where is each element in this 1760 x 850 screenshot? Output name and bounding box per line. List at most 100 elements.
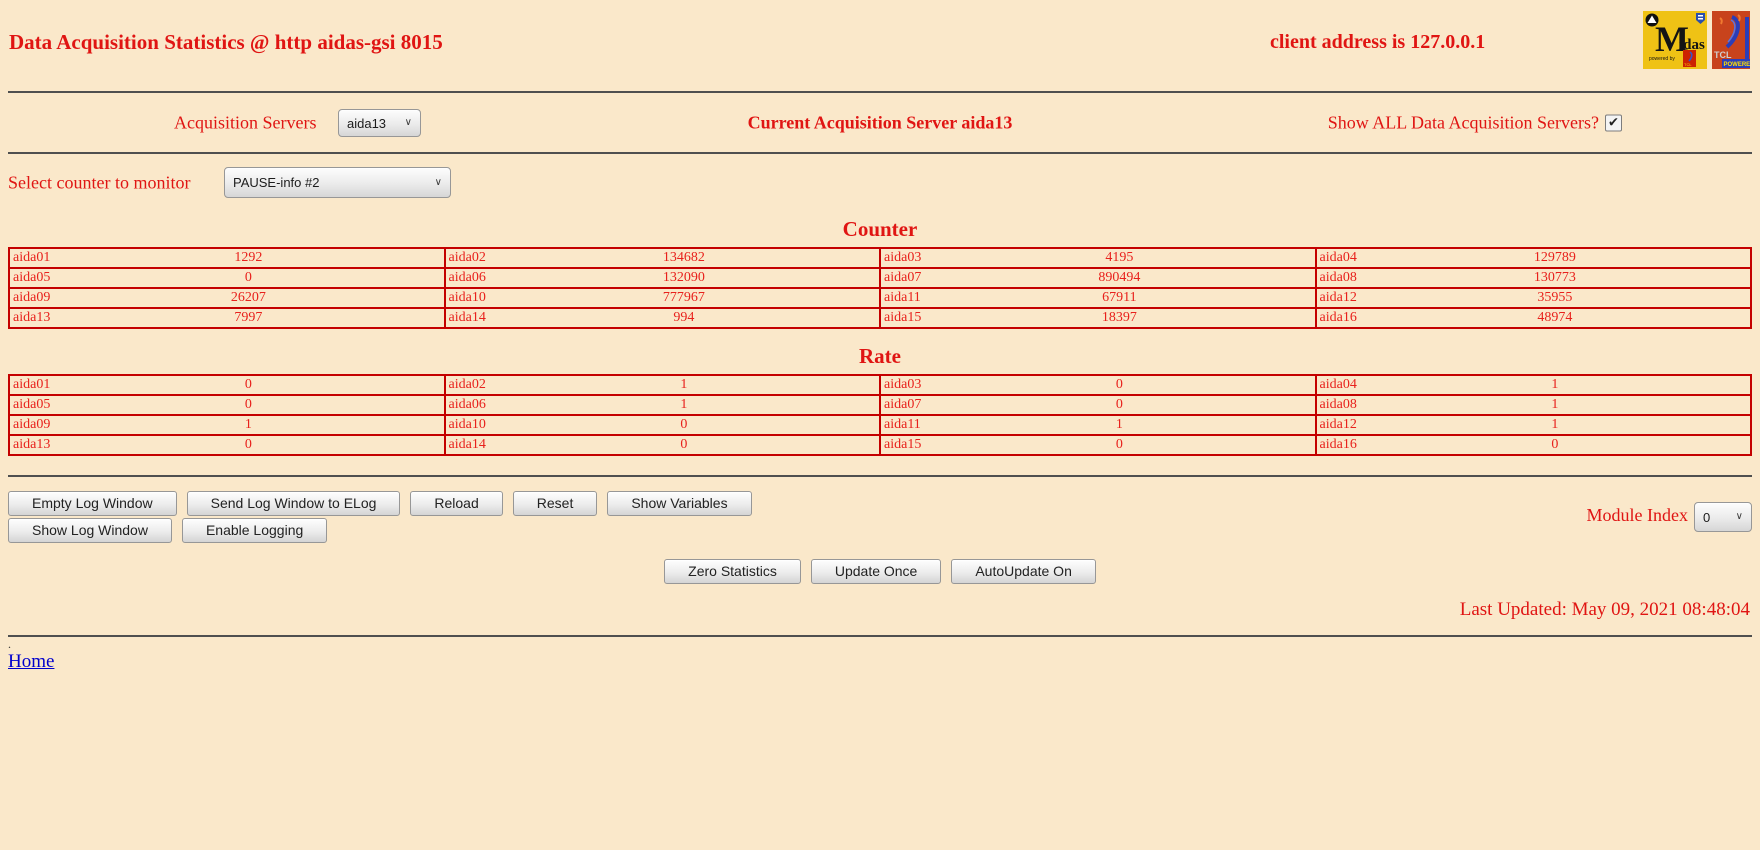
counter-cell: aida11 67911: [879, 287, 1317, 309]
table-row: aida01 0 aida02 1 aida03 0 aida04 1: [8, 374, 1752, 396]
channel-name: aida15: [884, 310, 922, 325]
channel-name: aida16: [1319, 310, 1357, 325]
channel-value: 0: [1115, 397, 1123, 412]
rate-cell: aida03 0: [879, 374, 1317, 396]
autoupdate-on-button[interactable]: AutoUpdate On: [951, 559, 1096, 584]
channel-value: 132090: [662, 270, 705, 285]
rate-cell: aida16 0: [1314, 434, 1752, 456]
counter-monitor-select-value: PAUSE-info #2: [233, 175, 320, 190]
logo-group: M idas powered by TCL TCL POWERED: [1643, 11, 1750, 69]
channel-name: aida06: [448, 270, 486, 285]
channel-name: aida14: [448, 437, 486, 452]
empty-log-window-button[interactable]: Empty Log Window: [8, 491, 177, 516]
channel-name: aida13: [13, 310, 51, 325]
tcl-powered-logo[interactable]: TCL POWERED: [1712, 11, 1750, 69]
header: Data Acquisition Statistics @ http aidas…: [8, 0, 1752, 91]
channel-value: 1: [680, 377, 688, 392]
counter-monitor-select[interactable]: PAUSE-info #2 ∨: [224, 167, 451, 198]
show-all-servers-label: Show ALL Data Acquisition Servers?: [1327, 112, 1599, 133]
show-log-window-button[interactable]: Show Log Window: [8, 518, 172, 543]
channel-name: aida04: [1319, 250, 1357, 265]
send-log-window-to-elog-button[interactable]: Send Log Window to ELog: [186, 491, 401, 516]
channel-value: 67911: [1102, 290, 1137, 305]
channel-name: aida03: [884, 377, 922, 392]
acquisition-servers-label: Acquisition Servers: [174, 112, 317, 133]
channel-name: aida10: [448, 417, 486, 432]
log-buttons-section: Empty Log Window Send Log Window to ELog…: [8, 477, 1752, 549]
channel-name: aida05: [13, 397, 51, 412]
enable-logging-button[interactable]: Enable Logging: [181, 518, 328, 543]
counter-table: aida01 1292 aida02 134682 aida03 4195 aida0…: [8, 247, 1752, 329]
channel-name: aida02: [448, 250, 486, 265]
channel-name: aida08: [1319, 270, 1357, 285]
channel-value: 0: [1115, 437, 1123, 452]
rate-cell: aida06 1: [443, 394, 881, 416]
channel-value: 4195: [1105, 250, 1134, 265]
module-index-select[interactable]: 0 ∨: [1694, 502, 1752, 532]
channel-name: aida07: [884, 397, 922, 412]
table-row: aida13 7997 aida14 994 aida15 18397 aida16 4…: [8, 307, 1752, 329]
channel-name: aida06: [448, 397, 486, 412]
counter-heading: Counter: [842, 217, 918, 241]
reset-button[interactable]: Reset: [512, 491, 598, 516]
chevron-down-icon: ∨: [1735, 511, 1743, 522]
channel-name: aida16: [1319, 437, 1357, 452]
rate-cell: aida09 1: [8, 414, 446, 436]
statistics-buttons-row: Zero Statistics Update Once AutoUpdate O…: [8, 559, 1752, 584]
channel-name: aida13: [13, 437, 51, 452]
rate-cell: aida11 1: [879, 414, 1317, 436]
channel-value: 1: [1551, 377, 1559, 392]
counter-cell: aida13 7997: [8, 307, 446, 329]
channel-name: aida09: [13, 290, 51, 305]
channel-value: 0: [1551, 437, 1559, 452]
counter-cell: aida15 18397: [879, 307, 1317, 329]
rate-cell: aida02 1: [443, 374, 881, 396]
table-row: aida05 0 aida06 132090 aida07 890494 aida08…: [8, 267, 1752, 289]
rate-cell: aida12 1: [1314, 414, 1752, 436]
channel-name: aida03: [884, 250, 922, 265]
chevron-down-icon: ∨: [434, 176, 442, 188]
rate-cell: aida13 0: [8, 434, 446, 456]
svg-text:TCL: TCL: [1684, 62, 1692, 67]
counter-cell: aida12 35955: [1314, 287, 1752, 309]
table-row: aida09 26207 aida10 777967 aida11 67911 aid…: [8, 287, 1752, 309]
channel-name: aida07: [884, 270, 922, 285]
channel-value: 890494: [1098, 270, 1141, 285]
counter-monitor-row: Select counter to monitor PAUSE-info #2 …: [8, 154, 1752, 211]
channel-value: 0: [1115, 377, 1123, 392]
zero-statistics-button[interactable]: Zero Statistics: [664, 559, 801, 584]
counter-cell: aida03 4195: [879, 247, 1317, 269]
channel-value: 35955: [1537, 290, 1573, 305]
table-row: aida09 1 aida10 0 aida11 1 aida12 1: [8, 414, 1752, 436]
channel-name: aida11: [884, 417, 921, 432]
channel-value: 0: [680, 437, 688, 452]
channel-value: 1: [1115, 417, 1123, 432]
channel-name: aida12: [1319, 290, 1357, 305]
channel-value: 1: [680, 397, 688, 412]
channel-value: 0: [244, 270, 252, 285]
acquisition-server-select-value: aida13: [347, 115, 387, 131]
module-index-label: Module Index: [1586, 505, 1688, 525]
channel-value: 0: [244, 437, 252, 452]
channel-name: aida11: [884, 290, 921, 305]
channel-value: 0: [680, 417, 688, 432]
show-variables-button[interactable]: Show Variables: [607, 491, 752, 516]
channel-name: aida02: [448, 377, 486, 392]
rate-cell: aida05 0: [8, 394, 446, 416]
midas-logo[interactable]: M idas powered by TCL: [1643, 11, 1707, 69]
channel-name: aida10: [448, 290, 486, 305]
client-address-text: client address is 127.0.0.1: [1270, 31, 1486, 53]
rate-cell: aida01 0: [8, 374, 446, 396]
log-buttons-row-2: Show Log Window Enable Logging: [8, 518, 333, 543]
rate-cell: aida08 1: [1314, 394, 1752, 416]
update-once-button[interactable]: Update Once: [810, 559, 942, 584]
channel-value: 129789: [1533, 250, 1576, 265]
chevron-down-icon: ∨: [404, 117, 412, 128]
channel-value: 7997: [234, 310, 263, 325]
show-all-servers-checkbox[interactable]: ✔: [1605, 114, 1622, 132]
reload-button[interactable]: Reload: [410, 491, 503, 516]
acquisition-server-select[interactable]: aida13 ∨: [338, 109, 421, 137]
counter-cell: aida08 130773: [1314, 267, 1752, 289]
home-link[interactable]: Home: [8, 651, 54, 673]
counter-cell: aida06 132090: [443, 267, 881, 289]
